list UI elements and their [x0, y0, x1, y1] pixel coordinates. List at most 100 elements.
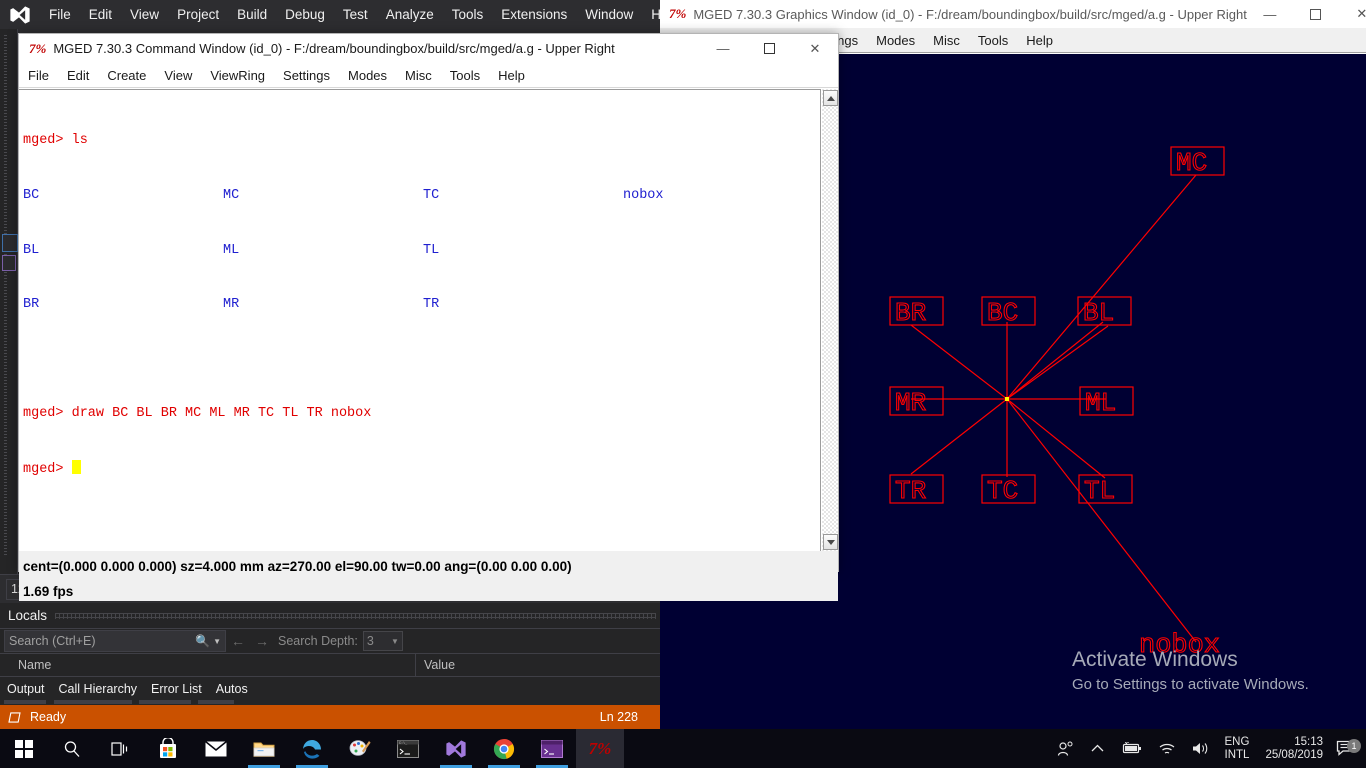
svg-text:C:\_: C:\_	[399, 741, 408, 746]
locals-col-value[interactable]: Value	[415, 654, 455, 676]
command-maximize-button[interactable]	[746, 35, 792, 63]
vs-dotted-guide	[4, 35, 7, 555]
visual-studio-button[interactable]	[432, 729, 480, 768]
svg-text:BR: BR	[895, 298, 926, 328]
locals-drag-grip[interactable]	[55, 612, 656, 619]
svg-text:MC: MC	[1176, 148, 1207, 178]
gfx-menu-tools[interactable]: Tools	[969, 28, 1017, 53]
command-console-body: mged> ls BC MC TC nobox BL ML TL BR MR TR mged>…	[19, 89, 838, 551]
file-explorer-button[interactable]	[240, 729, 288, 768]
vs-menu-extensions[interactable]: Extensions	[492, 0, 576, 29]
ls-col-2: MR	[223, 297, 240, 313]
command-console-output[interactable]: mged> ls BC MC TC nobox BL ML TL BR MR TR mged>…	[19, 89, 821, 551]
command-status-panel: cent=(0.000 0.000 0.000) sz=4.000 mm az=…	[19, 551, 838, 601]
console-line-output: BC MC TC nobox	[23, 187, 820, 205]
cmd-menu-settings[interactable]: Settings	[274, 63, 339, 88]
tab-underline	[198, 700, 234, 704]
vs-menu-analyze[interactable]: Analyze	[377, 0, 443, 29]
locals-search-placeholder: Search (Ctrl+E)	[9, 634, 96, 648]
tab-error-list[interactable]: Error List	[144, 682, 209, 696]
cmd-menu-misc[interactable]: Misc	[396, 63, 441, 88]
mail-button[interactable]	[192, 729, 240, 768]
search-back-arrow-icon[interactable]: ←	[226, 633, 250, 649]
view-parameters-line: cent=(0.000 0.000 0.000) sz=4.000 mm az=…	[23, 559, 572, 574]
text-cursor	[71, 460, 81, 475]
status-text: Ready	[30, 710, 67, 724]
start-button[interactable]	[0, 729, 48, 768]
cmd-menu-create[interactable]: Create	[98, 63, 155, 88]
paint-3d-button[interactable]	[336, 729, 384, 768]
command-close-button[interactable]: ✕	[792, 35, 838, 63]
command-prompt-button[interactable]: C:\_	[384, 729, 432, 768]
svg-text:BC: BC	[987, 298, 1018, 328]
microsoft-store-button[interactable]	[144, 729, 192, 768]
vs-editor-marker-blue[interactable]	[2, 234, 18, 252]
task-view-button[interactable]	[96, 729, 144, 768]
vs-menu-debug[interactable]: Debug	[276, 0, 334, 29]
vs-menu-edit[interactable]: Edit	[80, 0, 121, 29]
cmd-menu-viewring[interactable]: ViewRing	[201, 63, 274, 88]
tab-call-hierarchy[interactable]: Call Hierarchy	[52, 682, 145, 696]
chevron-down-icon[interactable]: ▼	[213, 637, 221, 646]
microsoft-edge-button[interactable]	[288, 729, 336, 768]
graphics-title-bar[interactable]: 7% MGED 7.30.3 Graphics Window (id_0) - …	[660, 0, 1366, 28]
svg-text:BL: BL	[1083, 298, 1114, 328]
graphics-minimize-button[interactable]: —	[1247, 0, 1293, 28]
svg-text:TC: TC	[987, 476, 1018, 506]
search-taskbar-button[interactable]	[48, 729, 96, 768]
gfx-menu-misc[interactable]: Misc	[924, 28, 969, 53]
vs-menu-window[interactable]: Window	[576, 0, 642, 29]
command-console-scrollbar[interactable]	[821, 89, 838, 551]
locals-search-input[interactable]: Search (Ctrl+E) 🔍 ▼	[4, 630, 226, 652]
vs-menu-view[interactable]: View	[121, 0, 168, 29]
battery-icon[interactable]	[1112, 742, 1150, 755]
wifi-icon[interactable]	[1150, 742, 1184, 756]
gfx-menu-help[interactable]: Help	[1017, 28, 1062, 53]
graphics-close-button[interactable]: ✕	[1339, 0, 1366, 28]
vs-menu-project[interactable]: Project	[168, 0, 228, 29]
command-title-bar[interactable]: 7% MGED 7.30.3 Command Window (id_0) - F…	[19, 34, 838, 63]
speaker-icon[interactable]	[1184, 741, 1218, 756]
mged-icon: 7%	[588, 738, 612, 758]
console-line-draw-command: mged> draw BC BL BR MC ML MR TC TL TR no…	[23, 406, 372, 422]
scroll-up-button[interactable]	[823, 90, 838, 106]
tab-autos[interactable]: Autos	[209, 682, 255, 696]
google-chrome-button[interactable]	[480, 729, 528, 768]
svg-text:ML: ML	[1085, 388, 1116, 418]
graphics-maximize-button[interactable]	[1293, 0, 1339, 28]
search-depth-spinner[interactable]: 3 ▼	[362, 631, 403, 651]
action-center-button[interactable]: 1	[1332, 739, 1366, 757]
cmd-menu-edit[interactable]: Edit	[58, 63, 98, 88]
scroll-down-button[interactable]	[823, 534, 838, 550]
fps-line: 1.69 fps	[23, 584, 74, 599]
system-tray: ENG INTL 15:13 25/08/2019 1	[1049, 729, 1366, 768]
vs-menu-tools[interactable]: Tools	[443, 0, 493, 29]
people-icon[interactable]	[1049, 741, 1083, 757]
vs-editor-marker-purple[interactable]	[2, 255, 16, 271]
ls-col-4: nobox	[623, 188, 664, 204]
ls-col-3: TC	[423, 188, 440, 204]
vs-menu-file[interactable]: File	[40, 0, 80, 29]
vs-left-margin-strip	[0, 29, 18, 574]
console-line-prompt: mged> ls	[23, 133, 88, 149]
cmd-menu-view[interactable]: View	[155, 63, 201, 88]
command-menu-bar: File Edit Create View ViewRing Settings …	[19, 63, 838, 88]
ls-col-1: BC	[23, 188, 40, 204]
mged-taskbar-button[interactable]: 7%	[576, 729, 624, 768]
command-minimize-button[interactable]: —	[700, 35, 746, 63]
cmd-menu-tools[interactable]: Tools	[441, 63, 489, 88]
vs-menu-build[interactable]: Build	[228, 0, 276, 29]
terminal-button[interactable]	[528, 729, 576, 768]
gfx-menu-modes[interactable]: Modes	[867, 28, 924, 53]
show-hidden-icons-chevron[interactable]	[1083, 744, 1112, 753]
clock[interactable]: 15:13 25/08/2019	[1256, 736, 1332, 762]
language-indicator[interactable]: ENG INTL	[1218, 736, 1257, 762]
tab-output[interactable]: Output	[0, 682, 52, 696]
locals-col-name[interactable]: Name	[0, 658, 415, 672]
cmd-menu-modes[interactable]: Modes	[339, 63, 396, 88]
vs-menu-test[interactable]: Test	[334, 0, 377, 29]
search-forward-arrow-icon[interactable]: →	[250, 633, 274, 649]
cmd-menu-file[interactable]: File	[19, 63, 58, 88]
ls-col-2: ML	[223, 242, 240, 258]
cmd-menu-help[interactable]: Help	[489, 63, 534, 88]
